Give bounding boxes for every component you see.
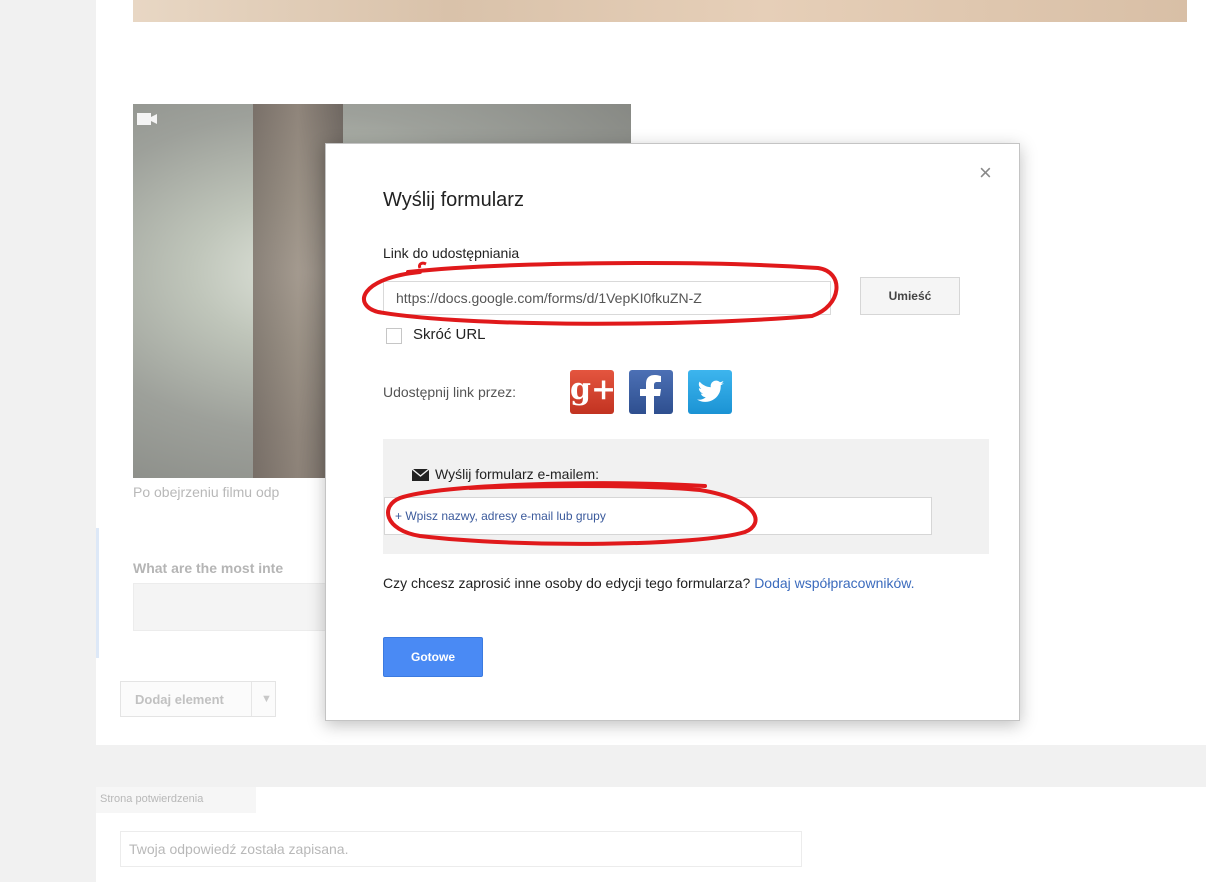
shorten-url-checkbox[interactable]	[386, 328, 402, 344]
send-form-dialog	[325, 143, 1020, 721]
close-icon[interactable]: ×	[979, 162, 992, 184]
question-title: What are the most inte	[133, 560, 284, 576]
confirmation-page-tab: Strona potwierdzenia	[96, 787, 256, 813]
embed-button[interactable]: Umieść	[860, 277, 960, 315]
chevron-down-icon[interactable]: ▼	[261, 693, 272, 705]
confirmation-message-text: Twoja odpowiedź została zapisana.	[129, 841, 349, 857]
confirmation-message-input[interactable]: Twoja odpowiedź została zapisana.	[120, 831, 802, 867]
done-button[interactable]: Gotowe	[383, 637, 483, 677]
email-recipients-input[interactable]: + Wpisz nazwy, adresy e-mail lub grupy	[384, 497, 932, 535]
add-element-button[interactable]: Dodaj element ▼	[120, 681, 276, 717]
email-section-label: Wyślij formularz e-mailem:	[435, 466, 600, 482]
share-via-label: Udostępnij link przez:	[383, 384, 517, 400]
share-link-label: Link do udostępniania	[383, 245, 520, 261]
confirmation-tab-label: Strona potwierdzenia	[100, 793, 204, 805]
video-camera-icon	[137, 113, 157, 125]
shorten-url-label: Skróć URL	[413, 326, 486, 343]
share-link-input[interactable]	[383, 281, 831, 315]
envelope-icon	[412, 469, 429, 481]
google-plus-icon[interactable]: g+	[570, 370, 616, 414]
add-collaborators-link[interactable]: Dodaj współpracowników.	[754, 575, 914, 591]
facebook-icon[interactable]	[629, 370, 673, 414]
twitter-icon[interactable]	[688, 370, 732, 414]
invite-question: Czy chcesz zaprosić inne osoby do edycji…	[383, 575, 751, 591]
add-element-label: Dodaj element	[135, 692, 224, 707]
header-image	[133, 0, 1187, 22]
video-caption: Po obejrzeniu filmu odp	[133, 484, 280, 500]
divider	[251, 682, 252, 716]
invite-collaborators-text: Czy chcesz zaprosić inne osoby do edycji…	[383, 574, 963, 592]
selected-item-indicator	[96, 528, 99, 658]
dialog-title: Wyślij formularz	[383, 189, 524, 211]
question-answer-field[interactable]	[133, 583, 335, 631]
